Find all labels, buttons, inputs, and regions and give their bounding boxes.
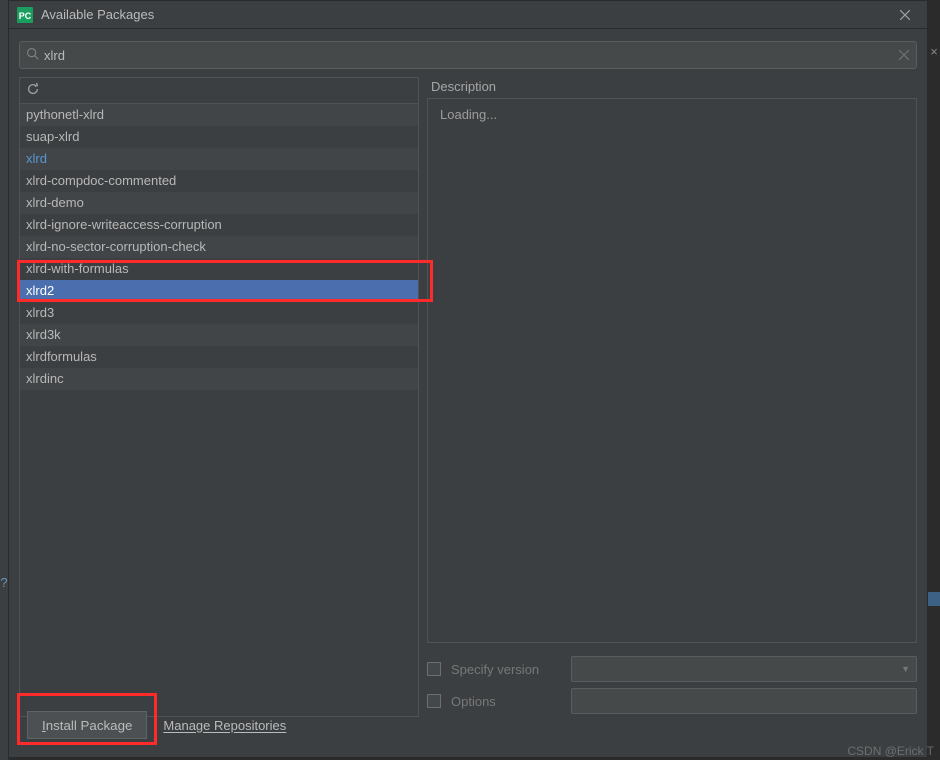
list-item[interactable]: xlrd-no-sector-corruption-check [20,236,418,258]
refresh-bar [19,77,419,103]
list-item[interactable]: xlrdinc [20,368,418,390]
list-item[interactable]: xlrd-demo [20,192,418,214]
search-box[interactable] [19,41,917,69]
specify-version-checkbox[interactable] [427,662,441,676]
title-bar: PC Available Packages [9,1,927,29]
description-label: Description [427,77,917,98]
version-select[interactable]: ▼ [571,656,917,682]
install-package-button[interactable]: Install Package [27,711,147,739]
chevron-down-icon: ▼ [901,664,910,674]
package-list[interactable]: pythonetl-xlrdsuap-xlrdxlrdxlrd-compdoc-… [19,103,419,717]
dialog-footer: Install Package Manage Repositories [9,701,927,757]
description-box: Loading... [427,98,917,643]
list-item[interactable]: suap-xlrd [20,126,418,148]
close-icon [900,10,910,20]
svg-text:PC: PC [19,11,32,21]
list-item[interactable]: pythonetl-xlrd [20,104,418,126]
search-icon [20,47,44,63]
right-blue-stub [928,592,940,606]
refresh-icon[interactable] [26,82,40,99]
list-item[interactable]: xlrd3 [20,302,418,324]
list-item[interactable]: xlrd3k [20,324,418,346]
list-item[interactable]: xlrd-with-formulas [20,258,418,280]
package-list-pane: pythonetl-xlrdsuap-xlrdxlrdxlrd-compdoc-… [19,77,419,717]
available-packages-dialog: PC Available Packages pythonetl-xlrdsuap… [8,0,928,758]
window-title: Available Packages [41,7,891,22]
list-item[interactable]: xlrd [20,148,418,170]
list-item[interactable]: xlrd-compdoc-commented [20,170,418,192]
list-item[interactable]: xlrd2 [20,280,418,302]
help-indicator: ? [0,575,8,590]
close-button[interactable] [891,1,919,29]
list-item[interactable]: xlrdformulas [20,346,418,368]
description-text: Loading... [440,107,497,122]
watermark: CSDN @Erick T [847,744,934,758]
search-input[interactable] [44,48,892,63]
list-item[interactable]: xlrd-ignore-writeaccess-corruption [20,214,418,236]
clear-search-icon[interactable] [892,48,916,63]
right-close-stub: × [928,38,940,64]
app-icon: PC [17,7,33,23]
specify-version-label: Specify version [451,662,561,677]
install-package-label: Install Package [42,718,132,733]
description-pane: Description Loading... Specify version ▼… [427,77,917,717]
manage-repositories-link[interactable]: Manage Repositories [163,718,286,733]
